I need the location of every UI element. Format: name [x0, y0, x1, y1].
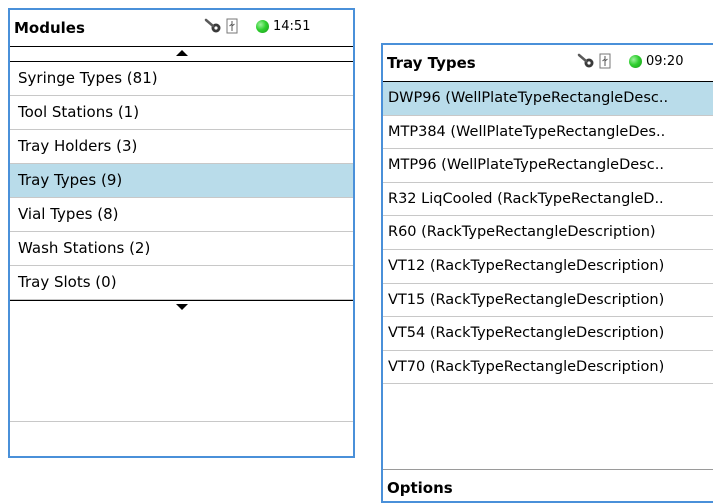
clock-time: 14:51	[273, 18, 311, 34]
clock-time: 09:20	[646, 53, 684, 69]
module-list-item[interactable]: Syringe Types (81)	[10, 62, 353, 96]
up-arrow-icon	[175, 50, 188, 56]
module-list-item[interactable]: Tray Types (9)	[10, 164, 353, 198]
tray-type-list-item[interactable]: VT15 (RackTypeRectangleDescription)	[383, 284, 713, 318]
tray-type-list-item[interactable]: VT54 (RackTypeRectangleDescription)	[383, 317, 713, 351]
tray-types-panel: Tray Types 09:20 DWP96 (WellPlateTypeRec…	[381, 43, 713, 503]
tray-type-list-item[interactable]: DWP96 (WellPlateTypeRectangleDesc..	[383, 82, 713, 116]
status-led-icon	[629, 54, 642, 68]
module-list-item[interactable]: Tool Stations (1)	[10, 96, 353, 130]
tray-types-title: Tray Types	[387, 54, 476, 72]
module-list-item[interactable]: Wash Stations (2)	[10, 232, 353, 266]
options-button[interactable]: Options	[383, 469, 713, 501]
tray-types-list: DWP96 (WellPlateTypeRectangleDesc.. MTP38…	[383, 82, 713, 385]
status-bar: 09:20	[577, 53, 683, 69]
tray-type-list-item[interactable]: MTP384 (WellPlateTypeRectangleDes..	[383, 116, 713, 150]
status-bar: 14:51	[204, 18, 310, 34]
modules-panel: Modules 14:51 Syringe Types (81) Tool Sta…	[8, 8, 355, 458]
wrench-key-icon	[577, 53, 594, 68]
modules-title-bar: Modules 14:51	[10, 10, 353, 47]
tray-types-title-bar: Tray Types 09:20	[383, 45, 713, 82]
modules-bottom-bar	[10, 421, 353, 456]
tray-type-list-item[interactable]: VT70 (RackTypeRectangleDescription)	[383, 351, 713, 385]
usb-icon	[226, 18, 238, 34]
tray-type-list-item[interactable]: R32 LiqCooled (RackTypeRectangleD..	[383, 183, 713, 217]
down-arrow-icon	[175, 304, 188, 310]
tray-type-list-item[interactable]: R60 (RackTypeRectangleDescription)	[383, 216, 713, 250]
wrench-key-icon	[204, 18, 221, 33]
modules-list: Syringe Types (81) Tool Stations (1) Tray …	[10, 62, 353, 300]
tray-type-list-item[interactable]: VT12 (RackTypeRectangleDescription)	[383, 250, 713, 284]
scroll-up-button[interactable]	[10, 47, 353, 62]
status-led-icon	[256, 19, 269, 33]
scroll-down-button[interactable]	[10, 300, 353, 315]
module-list-item[interactable]: Tray Slots (0)	[10, 266, 353, 300]
module-list-item[interactable]: Tray Holders (3)	[10, 130, 353, 164]
usb-icon	[599, 53, 611, 69]
module-list-item[interactable]: Vial Types (8)	[10, 198, 353, 232]
modules-title: Modules	[14, 19, 85, 37]
tray-type-list-item[interactable]: MTP96 (WellPlateTypeRectangleDesc..	[383, 149, 713, 183]
